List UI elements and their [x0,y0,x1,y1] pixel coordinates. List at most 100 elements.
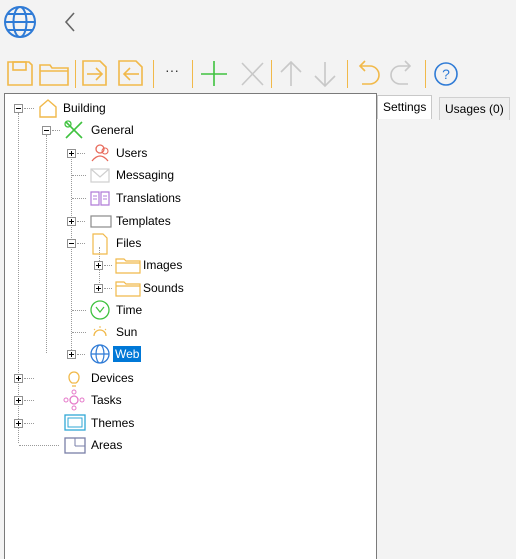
expand-icon[interactable] [67,350,76,359]
tree-item-label: General [91,123,134,137]
tree-item-label: Web [113,346,142,362]
envelope-icon [90,168,110,183]
tree-item-web[interactable]: Web [5,343,375,365]
tree-item-label: Sounds [143,281,184,295]
more-icon: ··· [165,62,179,78]
expand-icon[interactable] [94,284,103,293]
collapse-icon[interactable] [42,126,51,135]
tasks-icon [63,389,85,411]
clock-icon [90,300,110,320]
tree-view[interactable]: Building General Users Messaging Transla… [4,93,377,559]
tab-settings[interactable]: Settings [377,95,433,119]
home-icon [39,99,57,118]
expand-icon[interactable] [14,396,23,405]
tree-item-themes[interactable]: Themes [5,412,375,434]
template-icon [90,215,112,228]
monitor-icon [64,414,86,431]
tree-item-label: Messaging [116,168,175,182]
tree-item-label: Files [116,236,142,250]
import-icon [82,60,107,86]
folder-icon [115,281,141,297]
tree-item-users[interactable]: Users [5,142,375,164]
tree-item-label: Devices [91,371,134,385]
tree-item-sun[interactable]: Sun [5,321,375,343]
more-button[interactable]: ··· [159,56,187,90]
delete-button[interactable] [237,56,267,90]
move-down-button[interactable] [310,56,340,90]
redo-button[interactable] [388,56,418,90]
toolbar-separator [271,60,272,88]
toolbar-separator [192,60,193,88]
tree-item-time[interactable]: Time [5,299,375,321]
tree-item-label: Time [116,303,143,317]
move-down-icon [314,62,336,88]
export-icon [118,60,143,86]
title-bar [0,0,516,42]
tree-item-messaging[interactable]: Messaging [5,164,375,186]
tree-item-sounds[interactable]: Sounds [5,277,375,299]
toolbar-separator [347,60,348,88]
save-icon [7,61,33,86]
toolbar-separator [75,60,76,88]
file-icon [92,233,108,255]
details-panel: Settings Usages (0) [377,93,516,558]
tree-item-label: Images [143,258,183,272]
tree-item-tasks[interactable]: Tasks [5,389,375,411]
expand-icon[interactable] [67,149,76,158]
delete-icon [241,62,264,86]
expand-icon[interactable] [67,217,76,226]
globe-icon [4,6,36,38]
tree-item-areas[interactable]: Areas [5,434,375,456]
expand-icon[interactable] [94,261,103,270]
tab-usages[interactable]: Usages (0) [439,97,510,120]
toolbar: ··· ? [0,56,516,90]
globe-icon [90,344,110,364]
svg-text:?: ? [442,66,450,82]
move-up-icon [280,60,302,86]
tree-item-files[interactable]: Files [5,232,375,255]
undo-button[interactable] [352,56,382,90]
tree-item-label: Areas [91,438,123,452]
export-button[interactable] [116,56,146,90]
expand-icon[interactable] [14,374,23,383]
open-button[interactable] [38,56,69,90]
tree-item-templates[interactable]: Templates [5,210,375,232]
tree-item-translations[interactable]: Translations [5,187,375,209]
tree-item-label: Templates [116,214,171,228]
tools-icon [64,120,83,139]
toolbar-separator [425,60,426,88]
undo-icon [358,60,380,85]
folder-icon [115,258,141,274]
tab-label: Usages (0) [445,102,504,116]
sun-icon [93,326,107,337]
tree-item-building[interactable]: Building [5,97,375,119]
tree-item-label: Sun [116,325,138,339]
tree-item-images[interactable]: Images [5,254,375,276]
tree-item-label: Users [116,146,148,160]
tree-item-label: Themes [91,416,135,430]
tree-item-devices[interactable]: Devices [5,367,375,389]
help-icon: ? [434,62,458,86]
tree-item-label: Tasks [91,393,122,407]
chevron-left-icon[interactable] [60,8,82,36]
import-button[interactable] [80,56,110,90]
save-button[interactable] [5,56,35,90]
add-button[interactable] [198,56,228,90]
help-button[interactable]: ? [431,56,461,90]
tree-item-general[interactable]: General [5,119,375,141]
redo-icon [390,60,412,85]
add-icon [201,61,227,86]
open-folder-icon [39,64,69,86]
users-icon [91,144,109,162]
move-up-button[interactable] [276,56,306,90]
floorplan-icon [64,437,86,454]
lightbulb-icon [68,371,80,387]
toolbar-separator [153,60,154,88]
collapse-icon[interactable] [14,104,23,113]
tab-label: Settings [383,100,427,114]
expand-icon[interactable] [14,419,23,428]
collapse-icon[interactable] [67,239,76,248]
tree-item-label: Translations [116,191,181,205]
tree-item-label: Building [63,101,106,115]
book-icon [90,191,110,206]
